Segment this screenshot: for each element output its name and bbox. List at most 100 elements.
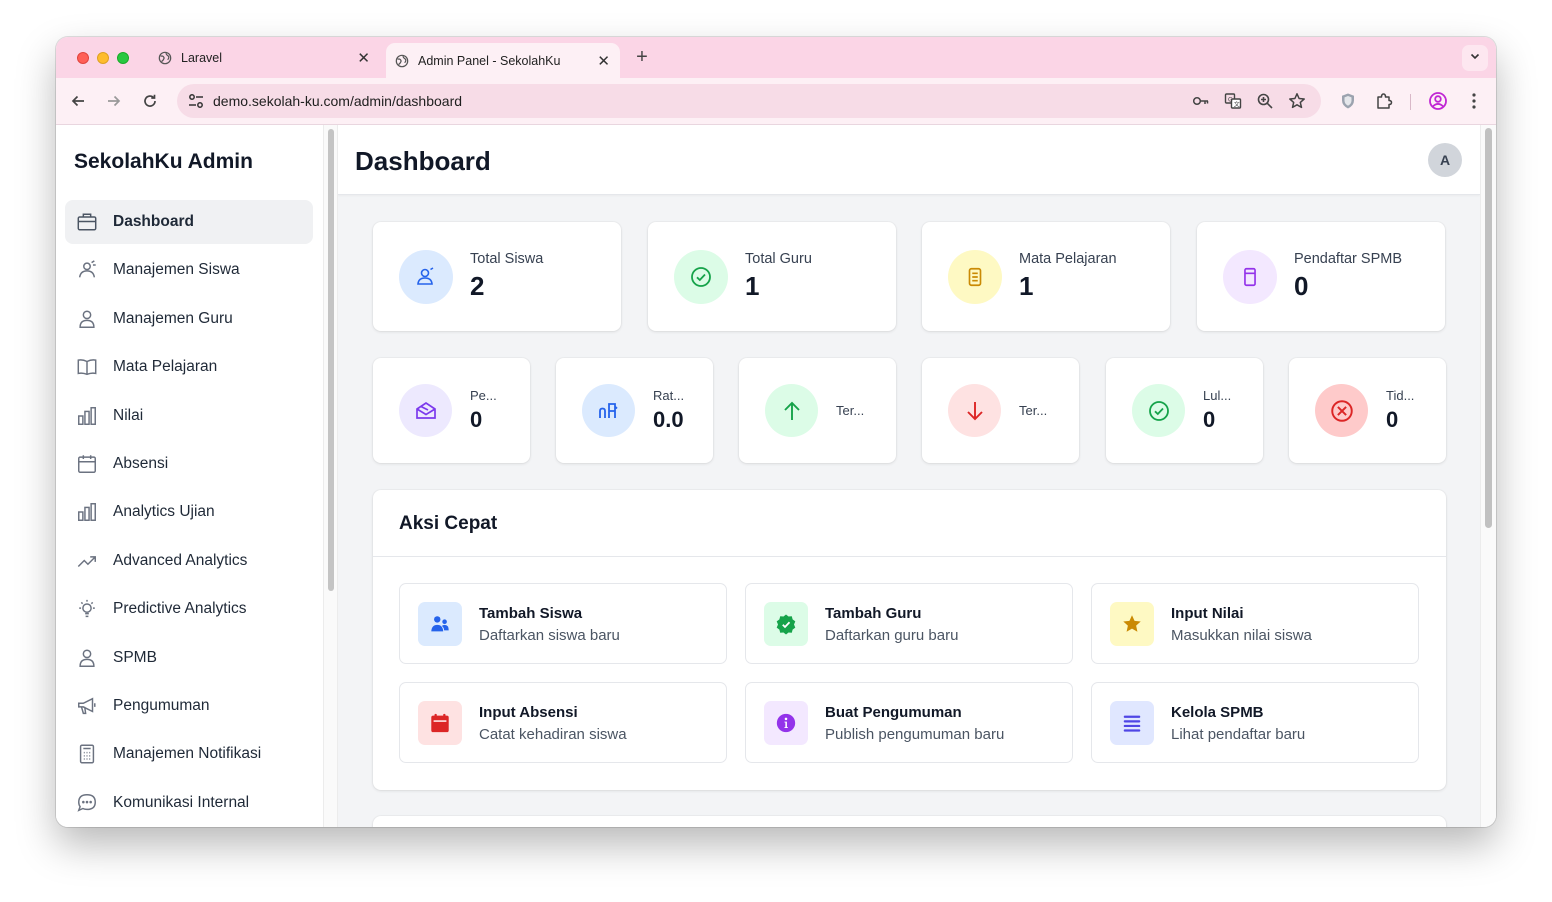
check-circle-icon (674, 250, 728, 304)
main-scrollbar[interactable] (1480, 125, 1496, 827)
svg-text:文: 文 (1234, 101, 1240, 109)
stat-label: Rat... (653, 388, 685, 403)
sidebar-item-nilai[interactable]: Nilai (65, 394, 313, 438)
clipboard-icon (1223, 250, 1277, 304)
stat-value: 0 (1386, 407, 1399, 432)
bar-chart-icon (75, 404, 99, 428)
quick-action-subtitle: Daftarkan siswa baru (479, 627, 620, 644)
site-settings-icon[interactable] (187, 92, 205, 110)
minimize-window-button[interactable] (97, 52, 109, 64)
sidebar-item-label: Analytics Ujian (113, 503, 215, 521)
globe-icon (158, 51, 172, 64)
tab-admin-panel[interactable]: Admin Panel - SekolahKu ✕ (386, 43, 620, 78)
quick-action-subtitle: Publish pengumuman baru (825, 726, 1005, 743)
zoom-icon[interactable] (1255, 91, 1275, 111)
badge-check-icon (764, 602, 808, 646)
quick-action-input-absensi[interactable]: Input Absensi Catat kehadiran siswa (399, 682, 727, 763)
admin-app: SekolahKu Admin Dashboard Manajemen Sisw… (56, 125, 1496, 827)
tab-laravel[interactable]: Laravel ✕ (148, 37, 380, 78)
arrow-right-icon (108, 95, 121, 107)
sidebar-item-label: Manajemen Notifikasi (113, 745, 262, 763)
stat-card-small: Ter... (739, 358, 896, 463)
stat-label: Lul... (1203, 388, 1232, 403)
extensions-puzzle-icon[interactable] (1373, 90, 1395, 112)
profile-icon[interactable] (1427, 90, 1449, 112)
x-circle-icon (1315, 384, 1368, 437)
stat-label: Pendaftar SPMB (1294, 251, 1402, 267)
sidebar-item-komunikasi-internal[interactable]: Komunikasi Internal (65, 781, 313, 825)
sidebar-item-analytics-ujian[interactable]: Analytics Ujian (65, 490, 313, 534)
url-text[interactable]: demo.sekolah-ku.com/admin/dashboard (213, 93, 462, 109)
quick-action-tambah-guru[interactable]: Tambah Guru Daftarkan guru baru (745, 583, 1073, 664)
tab-title: Admin Panel - SekolahKu (418, 53, 561, 68)
quick-action-title: Tambah Siswa (479, 605, 583, 622)
sidebar: SekolahKu Admin Dashboard Manajemen Sisw… (56, 125, 323, 827)
sidebar-item-label: Predictive Analytics (113, 600, 247, 618)
sidebar-item-advanced-analytics[interactable]: Advanced Analytics (65, 539, 313, 583)
stat-card-mata-pelajaran: Mata Pelajaran 1 (922, 222, 1170, 331)
close-tab-icon[interactable]: ✕ (357, 49, 370, 67)
sidebar-item-absensi[interactable]: Absensi (65, 442, 313, 486)
stat-label: Tid... (1386, 388, 1415, 403)
arrow-up-icon (765, 384, 818, 437)
new-tab-button[interactable]: + (630, 46, 654, 70)
stat-label: Ter... (1019, 403, 1048, 418)
address-bar[interactable]: demo.sekolah-ku.com/admin/dashboard G文 (177, 84, 1321, 118)
browser-toolbar: demo.sekolah-ku.com/admin/dashboard G文 (56, 78, 1496, 125)
stat-label: Mata Pelajaran (1019, 251, 1117, 267)
sidebar-item-label: Nilai (113, 406, 144, 424)
svg-text:G: G (1228, 97, 1233, 104)
users-icon (399, 250, 453, 304)
quick-action-input-nilai[interactable]: Input Nilai Masukkan nilai siswa (1091, 583, 1419, 664)
tab-search-button[interactable] (1462, 45, 1488, 71)
sidebar-item-dashboard[interactable]: Dashboard (65, 200, 313, 244)
sidebar-scroll-thumb[interactable] (328, 129, 334, 591)
sidebar-brand[interactable]: SekolahKu Admin (74, 150, 253, 174)
quick-action-subtitle: Daftarkan guru baru (825, 627, 959, 644)
stat-card-small: Ter... (922, 358, 1079, 463)
divider (373, 556, 1446, 557)
toolbar-divider (1410, 94, 1411, 110)
quick-actions-title: Aksi Cepat (399, 513, 498, 534)
sidebar-item-label: Dashboard (113, 213, 194, 230)
sidebar-item-pengumuman[interactable]: Pengumuman (65, 684, 313, 728)
forward-button[interactable] (103, 90, 125, 112)
quick-action-tambah-siswa[interactable]: Tambah Siswa Daftarkan siswa baru (399, 583, 727, 664)
bookmark-star-icon[interactable] (1287, 91, 1307, 111)
chat-icon (75, 791, 99, 815)
stat-label: Ter... (836, 403, 865, 418)
sidebar-item-manajemen-guru[interactable]: Manajemen Guru (65, 297, 313, 341)
quick-action-buat-pengumuman[interactable]: Buat Pengumuman Publish pengumuman baru (745, 682, 1073, 763)
back-button[interactable] (67, 90, 89, 112)
sidebar-nav: Dashboard Manajemen Siswa Manajemen Guru… (65, 200, 313, 827)
sidebar-scrollbar[interactable] (323, 125, 338, 827)
reload-button[interactable] (139, 90, 161, 112)
stat-value: 0.0 (653, 407, 684, 432)
stat-value: 1 (1019, 271, 1034, 301)
close-tab-icon[interactable]: ✕ (597, 52, 610, 70)
sidebar-item-manajemen-siswa[interactable]: Manajemen Siswa (65, 248, 313, 292)
main-content: Dashboard A Total Siswa 2 Total Guru 1 M… (338, 125, 1480, 827)
stat-label: Total Guru (745, 251, 812, 267)
stat-label: Pe... (470, 388, 497, 403)
key-icon[interactable] (1191, 91, 1211, 111)
tab-strip: Laravel ✕ Admin Panel - SekolahKu ✕ + (56, 37, 1496, 78)
sidebar-item-predictive-analytics[interactable]: Predictive Analytics (65, 587, 313, 631)
quick-action-title: Buat Pengumuman (825, 704, 962, 721)
avatar[interactable]: A (1428, 143, 1462, 177)
info-icon (764, 701, 808, 745)
stat-card-small: Rat... 0.0 (556, 358, 713, 463)
translate-icon[interactable]: G文 (1223, 91, 1243, 111)
sidebar-item-spmb[interactable]: SPMB (65, 636, 313, 680)
menu-kebab-icon[interactable] (1463, 90, 1485, 112)
sidebar-item-mata-pelajaran[interactable]: Mata Pelajaran (65, 345, 313, 389)
quick-actions-panel: Aksi Cepat Tambah Siswa Daftarkan siswa … (373, 490, 1446, 790)
shield-extension-icon[interactable] (1337, 90, 1359, 112)
sidebar-item-label: Advanced Analytics (113, 551, 248, 569)
main-scroll-thumb[interactable] (1485, 128, 1492, 528)
close-window-button[interactable] (77, 52, 89, 64)
quick-action-kelola-spmb[interactable]: Kelola SPMB Lihat pendaftar baru (1091, 682, 1419, 763)
stat-card-total-siswa: Total Siswa 2 (373, 222, 621, 331)
maximize-window-button[interactable] (117, 52, 129, 64)
sidebar-item-manajemen-notifikasi[interactable]: Manajemen Notifikasi (65, 732, 313, 776)
